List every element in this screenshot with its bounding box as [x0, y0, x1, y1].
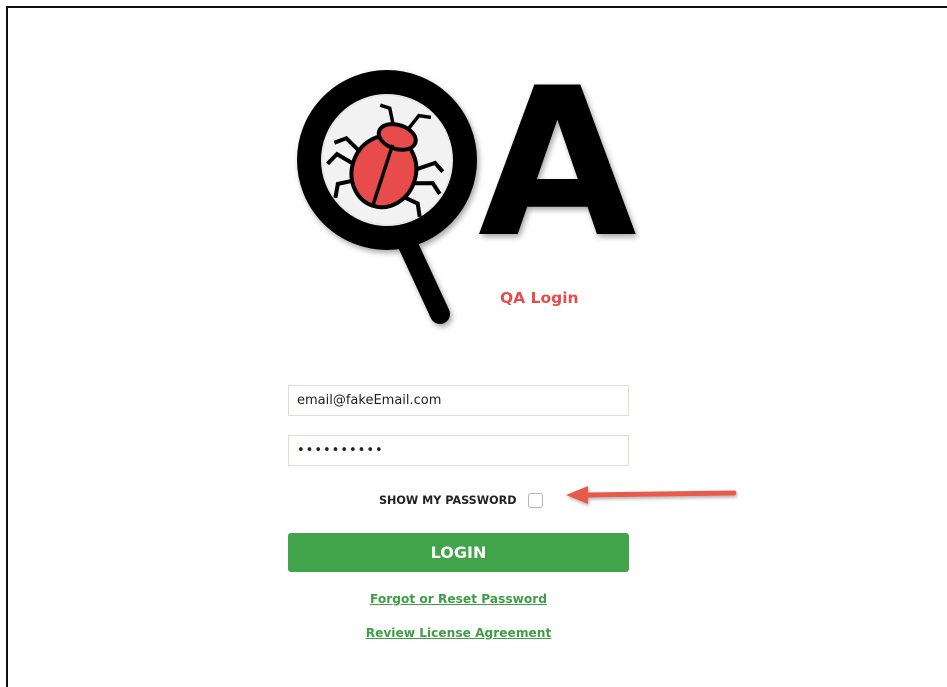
page-title: QA Login: [500, 289, 579, 307]
show-password-label: SHOW MY PASSWORD: [379, 493, 517, 507]
email-field[interactable]: [288, 385, 629, 416]
red-arrow-icon: [566, 486, 737, 504]
forgot-password-link[interactable]: Forgot or Reset Password: [288, 592, 629, 606]
license-agreement-link[interactable]: Review License Agreement: [288, 626, 629, 640]
login-button[interactable]: LOGIN: [288, 533, 629, 572]
show-password-row: SHOW MY PASSWORD: [379, 490, 543, 510]
logo-letter-a: A: [478, 62, 637, 283]
password-field[interactable]: [288, 435, 629, 466]
qa-logo: A: [297, 62, 637, 324]
show-password-checkbox[interactable]: [527, 492, 543, 508]
